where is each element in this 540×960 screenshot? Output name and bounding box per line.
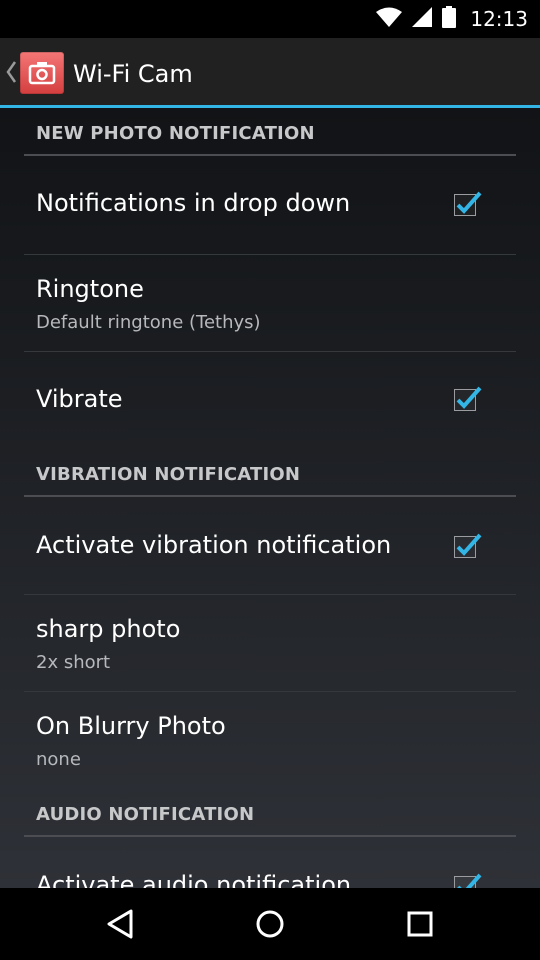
wifi-icon — [376, 7, 403, 31]
section-header-new-photo: NEW PHOTO NOTIFICATION — [24, 108, 516, 156]
pref-activate-audio[interactable]: Activate audio notification — [24, 837, 516, 888]
cell-signal-icon — [412, 7, 433, 31]
battery-icon — [442, 6, 457, 32]
camera-icon[interactable] — [20, 52, 64, 94]
pref-title: Activate vibration notification — [36, 531, 392, 559]
pref-title: On Blurry Photo — [36, 712, 226, 740]
pref-summary: Default ringtone (Tethys) — [36, 312, 261, 333]
pref-vibrate[interactable]: Vibrate — [24, 352, 516, 448]
section-header-label: AUDIO NOTIFICATION — [36, 804, 255, 825]
pref-summary: none — [36, 749, 81, 770]
notifications-dropdown-checkbox[interactable] — [454, 191, 482, 216]
pref-activate-vibration[interactable]: Activate vibration notification — [24, 497, 516, 595]
status-time: 12:13 — [470, 7, 528, 31]
pref-title: Activate audio notification — [36, 871, 352, 888]
activate-vibration-checkbox[interactable] — [454, 533, 482, 558]
pref-title: sharp photo — [36, 615, 181, 643]
section-header-label: VIBRATION NOTIFICATION — [36, 464, 301, 485]
navigation-bar — [0, 888, 540, 960]
activate-audio-checkbox[interactable] — [454, 873, 482, 888]
checkmark-icon — [456, 191, 482, 214]
pref-title: Ringtone — [36, 275, 144, 303]
checkmark-icon — [456, 386, 482, 409]
up-caret-icon[interactable] — [4, 56, 18, 88]
pref-ringtone[interactable]: Ringtone Default ringtone (Tethys) — [24, 255, 516, 352]
section-header-audio: AUDIO NOTIFICATION — [24, 789, 516, 837]
preferences-list[interactable]: NEW PHOTO NOTIFICATION Notifications in … — [0, 108, 540, 888]
pref-title: Vibrate — [36, 385, 123, 413]
section-header-vibration: VIBRATION NOTIFICATION — [24, 449, 516, 497]
app-title: Wi-Fi Cam — [73, 60, 193, 88]
section-header-label: NEW PHOTO NOTIFICATION — [36, 123, 315, 144]
pref-title: Notifications in drop down — [36, 189, 351, 217]
pref-sharp-photo[interactable]: sharp photo 2x short — [24, 595, 516, 692]
checkmark-icon — [457, 873, 482, 888]
pref-notifications-dropdown[interactable]: Notifications in drop down — [24, 156, 516, 255]
pref-blurry-photo[interactable]: On Blurry Photo none — [24, 692, 516, 788]
status-bar: 12:13 — [0, 0, 540, 38]
vibrate-checkbox[interactable] — [454, 386, 482, 411]
checkmark-icon — [456, 533, 482, 556]
recents-icon[interactable] — [396, 900, 444, 948]
status-icons: 12:13 — [376, 0, 528, 38]
back-icon[interactable] — [96, 900, 144, 948]
home-icon[interactable] — [246, 900, 294, 948]
pref-summary: 2x short — [36, 652, 111, 673]
